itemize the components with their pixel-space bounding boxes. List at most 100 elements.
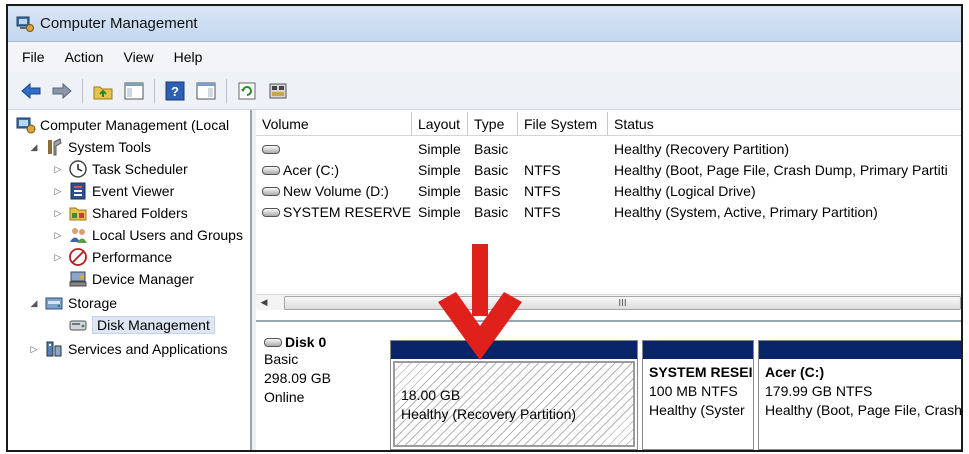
console-tree: Computer Management (Local ◢ System Tool…: [8, 110, 252, 450]
menu-bar: File Action View Help: [8, 42, 961, 72]
layout-cell: Simple: [418, 182, 461, 199]
volume-cell: SYSTEM RESERVED: [256, 204, 412, 220]
tree-label: Task Scheduler: [92, 161, 188, 177]
tree-label: Services and Applications: [68, 341, 228, 357]
status-cell: Healthy (Recovery Partition): [614, 140, 790, 157]
collapse-icon[interactable]: ◢: [28, 142, 40, 153]
help-icon[interactable]: ?: [162, 78, 188, 104]
volume-row[interactable]: SYSTEM RESERVED Simple Basic NTFS Health…: [256, 201, 961, 222]
refresh-icon[interactable]: [234, 78, 260, 104]
disk-type: Basic: [264, 351, 299, 367]
tree-label: Computer Management (Local: [40, 117, 230, 133]
tree-item-computer-management[interactable]: Computer Management (Local: [16, 114, 229, 136]
device-manager-icon: [69, 271, 87, 287]
storage-icon: [45, 297, 63, 310]
tree-label: Performance: [92, 249, 173, 265]
disk-size: 298.09 GB: [264, 370, 331, 386]
scroll-grip: III: [618, 297, 627, 309]
type-cell: Basic: [474, 182, 509, 199]
partition-body: Acer (C:) 179.99 GB NTFS Healthy (Boot, …: [759, 359, 962, 424]
partition-status: Healthy (Boot, Page File, Crash: [765, 402, 962, 418]
back-icon[interactable]: [18, 78, 44, 104]
column-header-layout[interactable]: Layout: [412, 112, 468, 136]
partition-header-bar: [759, 341, 961, 359]
tree-item-shared-folders[interactable]: ▷ Shared Folders: [52, 202, 188, 224]
volume-row[interactable]: Simple Basic Healthy (Recovery Partition…: [256, 138, 961, 159]
disk-settings-icon[interactable]: [265, 78, 291, 104]
menu-action[interactable]: Action: [65, 49, 104, 65]
expand-icon[interactable]: ▷: [52, 164, 64, 175]
forward-icon[interactable]: [49, 78, 75, 104]
tree-item-disk-management[interactable]: Disk Management: [68, 314, 215, 336]
file-system-cell: NTFS: [524, 203, 561, 220]
tree-item-task-scheduler[interactable]: ▷ Task Scheduler: [52, 158, 188, 180]
expand-icon[interactable]: ▷: [28, 344, 40, 355]
computer-management-window: Computer Management File Action View Hel…: [6, 4, 963, 452]
menu-file[interactable]: File: [22, 49, 45, 65]
toolbar-separator: [226, 78, 227, 103]
console-tree-icon[interactable]: [121, 78, 147, 104]
computer-management-icon: [16, 16, 34, 32]
disk-management-icon: [69, 320, 87, 331]
up-folder-icon[interactable]: [90, 78, 116, 104]
volume-row[interactable]: Acer (C:) Simple Basic NTFS Healthy (Boo…: [256, 159, 961, 180]
performance-icon: [69, 248, 87, 266]
column-header-status[interactable]: Status: [608, 112, 961, 136]
menu-view[interactable]: View: [123, 49, 153, 65]
toolbar-separator: [82, 78, 83, 103]
column-header-file-system[interactable]: File System: [518, 112, 608, 136]
tree-item-event-viewer[interactable]: ▷ Event Viewer: [52, 180, 174, 202]
disk-name: Disk 0: [264, 334, 384, 350]
disk-state: Online: [264, 389, 305, 405]
layout-cell: Simple: [418, 161, 461, 178]
partition-name: Acer (C:): [765, 364, 825, 380]
computer-management-icon: [16, 117, 36, 134]
volume-row[interactable]: New Volume (D:) Simple Basic NTFS Health…: [256, 180, 961, 201]
partition-system-reserved[interactable]: SYSTEM RESEI 100 MB NTFS Healthy (Syster: [642, 340, 754, 450]
disk-icon: [262, 208, 280, 218]
tree-item-local-users[interactable]: ▷ Local Users and Groups: [52, 224, 243, 246]
expand-icon[interactable]: ▷: [52, 186, 64, 197]
tree-label: Shared Folders: [92, 205, 188, 221]
horizontal-scrollbar[interactable]: ◀ III: [256, 294, 961, 310]
partition-status: Healthy (Syster: [649, 402, 745, 418]
layout-cell: Simple: [418, 140, 461, 157]
partition-name: SYSTEM RESEI: [649, 364, 753, 380]
expand-icon[interactable]: ▷: [52, 252, 64, 263]
column-header-type[interactable]: Type: [468, 112, 518, 136]
tree-label: System Tools: [68, 139, 151, 155]
volume-list: Volume Layout Type File System Status Si…: [256, 110, 961, 320]
tree-item-device-manager[interactable]: Device Manager: [68, 268, 194, 290]
svg-text:?: ?: [171, 84, 179, 99]
collapse-icon[interactable]: ◢: [28, 298, 40, 309]
partition-acer-c[interactable]: Acer (C:) 179.99 GB NTFS Healthy (Boot, …: [758, 340, 962, 450]
users-icon: [70, 228, 87, 243]
tree-item-storage[interactable]: ◢ Storage: [28, 292, 118, 314]
tree-label: Disk Management: [92, 316, 215, 334]
properties-icon[interactable]: [193, 78, 219, 104]
expand-icon[interactable]: ▷: [52, 230, 64, 241]
disk-icon: [262, 187, 280, 197]
file-system-cell: NTFS: [524, 161, 561, 178]
tree-label: Event Viewer: [92, 183, 175, 199]
volume-list-header: Volume Layout Type File System Status: [256, 112, 961, 136]
services-icon: [46, 341, 62, 357]
tree-item-performance[interactable]: ▷ Performance: [52, 246, 172, 268]
volume-cell: New Volume (D:): [256, 183, 412, 199]
expand-icon[interactable]: ▷: [52, 208, 64, 219]
tree-label: Device Manager: [92, 271, 194, 287]
partition-name: [401, 367, 627, 386]
tree-item-system-tools[interactable]: ◢ System Tools: [28, 136, 151, 158]
disk-info[interactable]: Disk 0 Basic 298.09 GB Online: [264, 334, 384, 407]
column-header-volume[interactable]: Volume: [256, 112, 412, 136]
partition-size: 18.00 GB: [401, 387, 461, 403]
toolbar: ?: [8, 72, 961, 110]
event-viewer-icon: [70, 182, 86, 200]
partition-size: 100 MB NTFS: [649, 383, 738, 399]
tree-item-services[interactable]: ▷ Services and Applications: [28, 338, 228, 360]
scroll-left-icon[interactable]: ◀: [256, 297, 272, 308]
menu-help[interactable]: Help: [174, 49, 203, 65]
scrollbar-thumb[interactable]: III: [284, 296, 961, 310]
type-cell: Basic: [474, 140, 509, 157]
partition-body: 18.00 GB Healthy (Recovery Partition): [393, 361, 635, 447]
